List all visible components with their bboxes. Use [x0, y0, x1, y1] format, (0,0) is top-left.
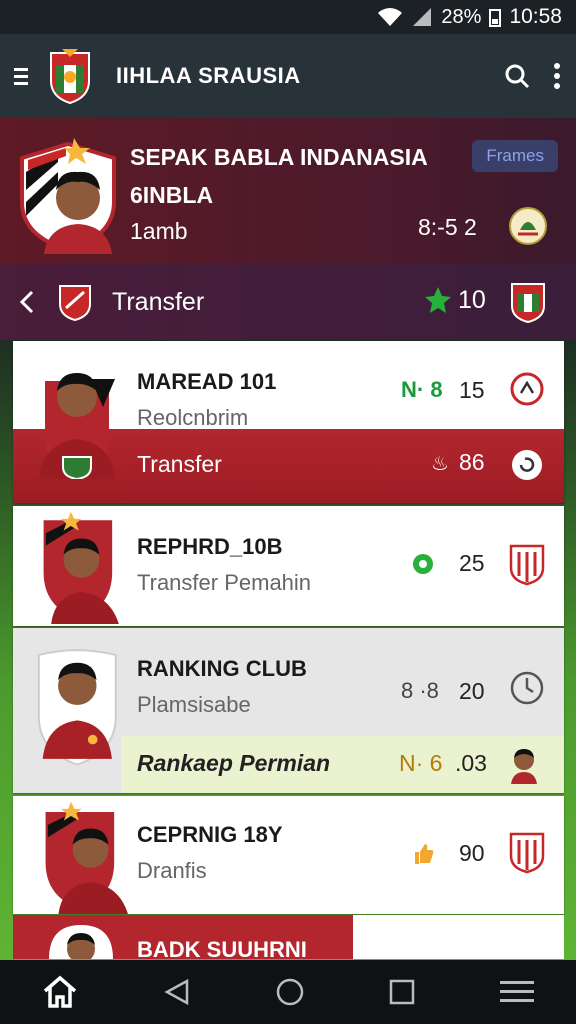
- more-options-icon[interactable]: [552, 62, 562, 90]
- system-nav-bar: [0, 960, 576, 1024]
- card-value: 20: [459, 678, 485, 704]
- card-subtitle: Plamsisabe: [137, 692, 251, 717]
- player-card[interactable]: REPHRD_10B Transfer Pemahin 25: [13, 506, 564, 626]
- battery-level: 28%: [441, 5, 482, 28]
- player-name: MAREAD 101: [137, 369, 277, 394]
- card-code: 8 ·8: [401, 678, 439, 703]
- ranking-band[interactable]: Rankaep Permian N· 6 .03: [121, 736, 564, 793]
- player-value: 25: [459, 550, 485, 576]
- hamburger-menu-icon[interactable]: [499, 979, 534, 1005]
- band-value: 86: [459, 449, 485, 475]
- signal-icon: [413, 8, 432, 26]
- thumb-icon: [415, 844, 434, 864]
- search-icon[interactable]: [504, 63, 530, 89]
- shield-icon: [59, 285, 91, 322]
- club-subtitle: 6INBLA: [130, 182, 214, 208]
- home-circle-icon[interactable]: [275, 977, 305, 1007]
- menu-icon[interactable]: [14, 66, 40, 86]
- frames-badge[interactable]: Frames: [472, 140, 558, 172]
- ranking-card[interactable]: Rankaep Permian N· 6 .03 RANKING CLUB Pl…: [13, 628, 564, 793]
- back-triangle-icon[interactable]: [163, 978, 191, 1006]
- player-card[interactable]: CEPRNIG 18Y Dranfis 90: [13, 796, 564, 914]
- player-value: 90: [459, 840, 485, 866]
- club-name: SEPAK BABLA INDANASIA: [130, 144, 428, 170]
- club-shield-icon: [509, 544, 545, 586]
- player-photo: [49, 925, 113, 959]
- timer-icon[interactable]: [509, 371, 545, 407]
- player-name: CEPRNIG 18Y: [137, 822, 283, 847]
- clock-icon[interactable]: [509, 670, 545, 706]
- club-caption: 1amb: [130, 218, 188, 244]
- clock: 10:58: [509, 5, 562, 28]
- club-crest-player-image: [20, 138, 116, 254]
- opponent-emblem: [509, 207, 547, 245]
- player-photo: [37, 649, 117, 766]
- club-badge-icon: [511, 283, 545, 324]
- band-value: .03: [455, 750, 487, 776]
- back-chevron-icon[interactable]: [16, 289, 40, 315]
- app-logo: [50, 49, 90, 105]
- home-icon[interactable]: [42, 975, 78, 1009]
- player-club: Reolcnbrim: [137, 405, 249, 430]
- section-header: Transfer 10: [0, 264, 576, 340]
- star-icon: [425, 287, 451, 313]
- star-count: 10: [458, 286, 486, 314]
- band-code: N· 6: [399, 750, 443, 776]
- wifi-icon: [378, 8, 403, 26]
- player-card[interactable]: Transfer ♨ 86 MAREAD 101 Reolcnbrim N· 8…: [13, 341, 564, 503]
- app-bar: IIHLAA SRAUSIA: [0, 34, 576, 118]
- player-photo: [39, 373, 115, 479]
- player-value: 15: [459, 377, 485, 403]
- featured-club-banner[interactable]: SEPAK BABLA INDANASIA 6INBLA 1amb Frames…: [0, 118, 576, 264]
- player-photo: [40, 511, 119, 624]
- player-code: N· 8: [401, 377, 443, 402]
- section-title: Transfer: [112, 287, 205, 316]
- club-shield-icon: [509, 832, 545, 874]
- partial-card-title: BADK SUUHRNI: [137, 937, 307, 959]
- player-card-partial[interactable]: BADK SUUHRNI: [13, 915, 564, 959]
- refresh-icon[interactable]: [511, 449, 543, 481]
- recent-apps-icon[interactable]: [389, 979, 415, 1005]
- band-flame-icon: ♨: [431, 453, 449, 475]
- status-bar: 28% 10:58: [0, 0, 576, 34]
- battery-icon: [489, 9, 502, 27]
- player-avatar: [511, 749, 537, 784]
- app-title: IIHLAA SRAUSIA: [116, 63, 301, 88]
- match-score: 8:-5 2: [418, 214, 477, 240]
- card-title: RANKING CLUB: [137, 656, 307, 681]
- player-name: REPHRD_10B: [137, 534, 283, 559]
- green-status-icon: [413, 554, 433, 574]
- player-subtitle: Dranfis: [137, 858, 207, 883]
- band-label: Transfer: [137, 451, 222, 477]
- player-photo: [42, 801, 128, 914]
- player-subtitle: Transfer Pemahin: [137, 570, 312, 595]
- band-label: Rankaep Permian: [137, 750, 331, 776]
